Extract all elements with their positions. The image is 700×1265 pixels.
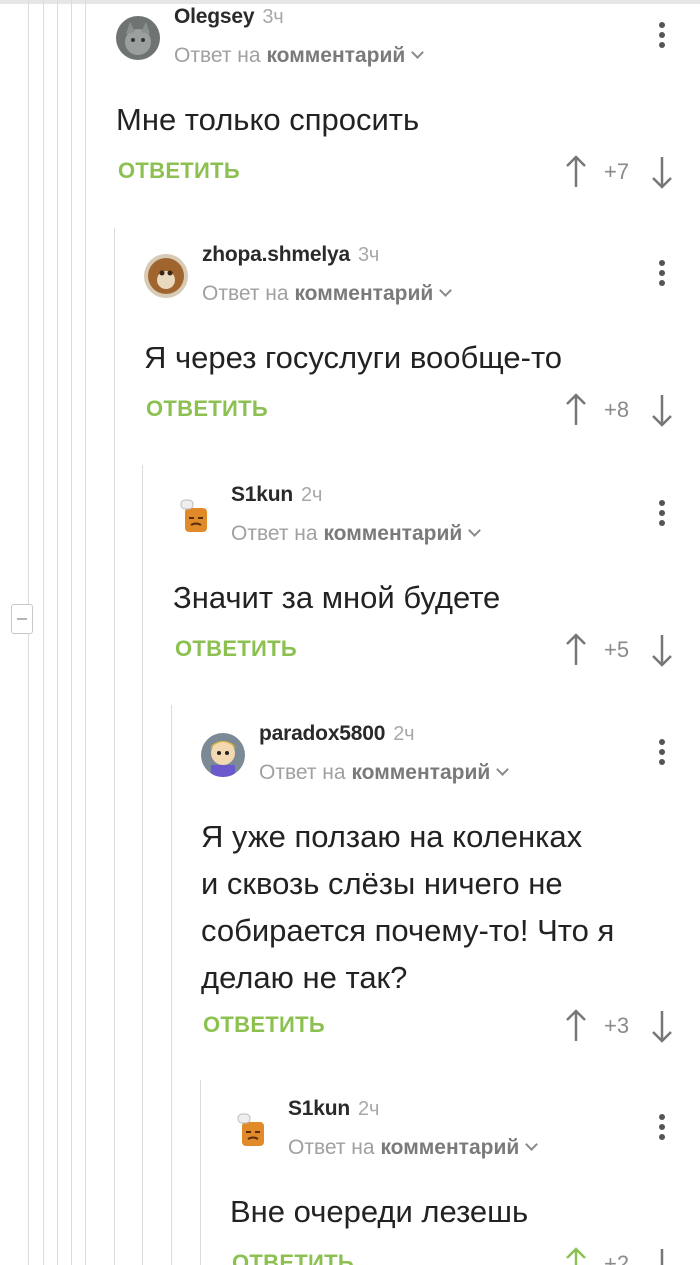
thread-line <box>43 0 44 1265</box>
author-name[interactable]: Olegsey 3ч <box>174 5 284 29</box>
score: +7 <box>604 159 630 184</box>
comment: paradox5800 2ч Ответ на комментарий Я уже… <box>201 717 700 1077</box>
comment-text: Я уже ползаю на коленках и сквозь слёзы … <box>201 819 615 995</box>
reply-button[interactable]: ОТВЕТИТЬ <box>146 396 268 422</box>
author-name[interactable]: S1kun 2ч <box>288 1097 379 1121</box>
downvote-arrow-icon[interactable] <box>650 391 674 431</box>
thread-line <box>57 0 58 1265</box>
more-options-icon[interactable] <box>659 22 665 52</box>
more-options-icon[interactable] <box>659 739 665 769</box>
chevron-down-icon <box>439 284 453 297</box>
vote-controls: +8 <box>564 391 684 431</box>
comment: zhopa.shmelya 3ч Ответ на комментарий Я ч… <box>144 238 700 468</box>
chevron-down-icon <box>468 524 482 537</box>
chevron-down-icon <box>496 763 510 776</box>
comment-text: Мне только спросить <box>116 102 420 137</box>
downvote-arrow-icon[interactable] <box>650 1007 674 1047</box>
upvote-arrow-icon[interactable] <box>564 1245 588 1265</box>
comment: S1kun 2ч Ответ на комментарий Вне очереди… <box>230 1092 700 1265</box>
downvote-arrow-icon[interactable] <box>650 631 674 671</box>
score: +3 <box>604 1013 630 1038</box>
comment-time: 2ч <box>301 484 323 506</box>
more-options-icon[interactable] <box>659 1114 665 1144</box>
reply-to-link[interactable]: Ответ на комментарий <box>202 282 453 306</box>
upvote-arrow-icon[interactable] <box>564 1007 588 1047</box>
vote-controls: +2 <box>564 1245 684 1265</box>
chevron-down-icon <box>525 1138 539 1151</box>
thread-line <box>85 0 86 1265</box>
author-name[interactable]: paradox5800 2ч <box>259 722 415 746</box>
thread-line <box>28 0 29 604</box>
comment-text: Я через госуслуги вообще-то <box>144 340 563 375</box>
comment-time: 3ч <box>262 6 284 28</box>
thread-line <box>142 465 143 1265</box>
chef-toast-avatar[interactable] <box>173 494 217 538</box>
score: +5 <box>604 637 630 662</box>
more-options-icon[interactable] <box>659 500 665 530</box>
comment-time: 3ч <box>357 244 380 266</box>
downvote-arrow-icon[interactable] <box>650 1245 674 1265</box>
upvote-arrow-icon[interactable] <box>564 391 588 431</box>
reply-to-link[interactable]: Ответ на комментарий <box>288 1136 539 1160</box>
thread-line <box>171 705 172 1265</box>
vote-controls: +5 <box>564 631 684 671</box>
thread-line <box>200 1080 201 1265</box>
upvote-arrow-icon[interactable] <box>564 153 588 193</box>
comment-text: Вне очереди лезешь <box>230 1194 529 1229</box>
upvote-arrow-icon[interactable] <box>564 631 588 671</box>
comment: S1kun 2ч Ответ на комментарий Значит за м… <box>173 478 700 708</box>
downvote-arrow-icon[interactable] <box>650 153 674 193</box>
vote-controls: +3 <box>564 1007 684 1047</box>
vote-controls: +7 <box>564 153 684 193</box>
thread-line <box>28 634 29 1265</box>
more-options-icon[interactable] <box>659 260 665 290</box>
thread-line <box>71 0 72 1265</box>
round-brown-avatar[interactable] <box>144 254 188 298</box>
reply-button[interactable]: ОТВЕТИТЬ <box>232 1250 354 1265</box>
chevron-down-icon <box>411 46 425 59</box>
chef-toast-avatar[interactable] <box>230 1108 274 1152</box>
comment-time: 2ч <box>358 1098 380 1120</box>
score: +2 <box>604 1251 630 1265</box>
reply-to-link[interactable]: Ответ на комментарий <box>259 761 510 785</box>
collapse-thread-button[interactable] <box>11 604 33 634</box>
score: +8 <box>604 397 630 422</box>
thread-line <box>114 228 115 1265</box>
author-name[interactable]: S1kun 2ч <box>231 483 322 507</box>
author-name[interactable]: zhopa.shmelya 3ч <box>202 243 379 267</box>
reply-button[interactable]: ОТВЕТИТЬ <box>175 636 297 662</box>
cartoon-kid-avatar[interactable] <box>201 733 245 777</box>
comment-text: Значит за мной будете <box>173 580 501 615</box>
comment: Olegsey 3ч Ответ на комментарий Мне тольк… <box>116 0 700 230</box>
gray-cat-avatar[interactable] <box>116 16 160 60</box>
reply-button[interactable]: ОТВЕТИТЬ <box>118 158 240 184</box>
reply-button[interactable]: ОТВЕТИТЬ <box>203 1012 325 1038</box>
comment-time: 2ч <box>393 723 415 745</box>
reply-to-link[interactable]: Ответ на комментарий <box>174 44 425 68</box>
reply-to-link[interactable]: Ответ на комментарий <box>231 522 482 546</box>
